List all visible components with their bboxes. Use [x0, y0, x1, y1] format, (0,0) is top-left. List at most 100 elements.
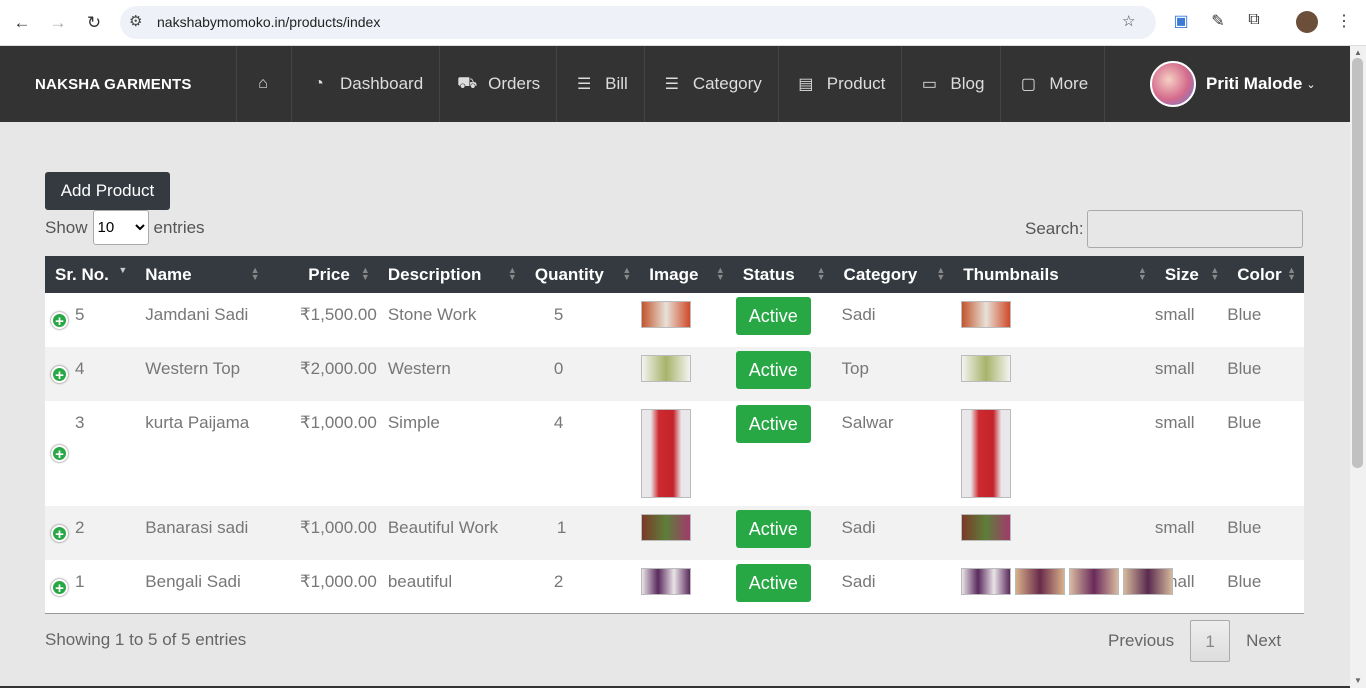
star-icon[interactable]: ☆ — [1122, 12, 1135, 30]
cell-image — [639, 347, 732, 401]
thumbnail-image[interactable] — [961, 514, 1012, 541]
col-size[interactable]: Size ▲ ▼ — [1155, 256, 1227, 293]
table-row: +2 Banarasi sadi ₹1,000.00 Beautiful Wor… — [45, 506, 1304, 560]
product-image[interactable] — [641, 568, 692, 595]
kebab-icon[interactable]: ⋮ — [1333, 11, 1355, 31]
cell-description: beautiful — [387, 572, 453, 591]
menu-label: More — [1049, 74, 1089, 93]
puzzle-icon[interactable]: ⧉ — [1243, 11, 1265, 29]
table-bottom-border — [45, 613, 1304, 614]
previous-button[interactable]: Previous — [1092, 620, 1190, 662]
scrollbar-thumb[interactable] — [1352, 58, 1363, 468]
thumbnail-image[interactable] — [961, 355, 1012, 382]
menu-item-category[interactable]: ☰ Category — [643, 46, 778, 122]
cell-quantity: 2 — [553, 572, 564, 591]
table-row: +5 Jamdani Sadi ₹1,500.00 Stone Work 5 A… — [45, 293, 1304, 347]
product-image[interactable] — [641, 409, 692, 498]
col-thumbnails[interactable]: Thumbnails ▲ ▼ — [953, 256, 1155, 293]
thumbnail-image[interactable] — [961, 409, 1012, 498]
col-label: Sr. No. — [55, 264, 109, 284]
expand-icon[interactable]: + — [51, 366, 68, 384]
menu-item-more[interactable]: ▢ More — [1000, 46, 1106, 122]
address-bar[interactable]: ⚙ nakshabymomoko.in/products/index ☆ — [120, 6, 1156, 39]
product-image[interactable] — [641, 301, 692, 328]
cell-image — [639, 293, 732, 347]
products-table: Sr. No. ▼ Name ▲ ▼ Price ▲ ▼ Description ▲ ▼ Qu… — [45, 256, 1304, 614]
col-description[interactable]: Description ▲ ▼ — [378, 256, 525, 293]
cell-size: small — [1154, 518, 1195, 537]
col-name[interactable]: Name ▲ ▼ — [135, 256, 267, 293]
menu-item-product[interactable]: ▤ Product — [777, 46, 902, 122]
forward-icon[interactable]: → — [47, 12, 69, 34]
sort-icon: ▲ ▼ — [715, 265, 725, 282]
back-icon[interactable]: ← — [11, 12, 33, 34]
expand-icon[interactable]: + — [51, 445, 68, 463]
cell-name: Western Top — [145, 359, 241, 378]
extension-icon[interactable]: ▣ — [1170, 11, 1192, 31]
thumbnail-image[interactable] — [1123, 568, 1174, 595]
status-button[interactable]: Active — [735, 564, 811, 602]
next-button[interactable]: Next — [1230, 620, 1297, 662]
col-price[interactable]: Price ▲ ▼ — [268, 256, 378, 293]
cell-category: Sadi — [841, 305, 876, 324]
scroll-down-icon[interactable]: ▼ — [1354, 676, 1362, 685]
avatar — [1150, 61, 1196, 107]
cell-price: ₹1,000.00 — [299, 413, 377, 432]
add-product-button[interactable]: Add Product — [45, 172, 170, 210]
status-button[interactable]: Active — [735, 510, 811, 548]
status-button[interactable]: Active — [735, 351, 811, 389]
product-image[interactable] — [641, 514, 692, 541]
col-quantity[interactable]: Quantity ▲ ▼ — [525, 256, 639, 293]
sort-desc-icon: ▼ — [118, 265, 128, 275]
cell-status: Active — [733, 347, 834, 401]
expand-icon[interactable]: + — [51, 525, 68, 543]
reload-icon[interactable]: ↻ — [83, 12, 105, 34]
thumbnail-image[interactable] — [961, 568, 1012, 595]
col-sr-no[interactable]: Sr. No. ▼ — [45, 256, 135, 293]
expand-icon[interactable]: + — [51, 312, 68, 330]
eyedropper-icon[interactable]: ✎ — [1207, 11, 1229, 31]
menu-item-bill[interactable]: ☰ Bill — [556, 46, 644, 122]
cell-quantity: 4 — [553, 413, 564, 432]
col-color[interactable]: Color ▲ ▼ — [1227, 256, 1304, 293]
cell-description: Stone Work — [387, 305, 477, 324]
menu-label: Blog — [950, 74, 985, 93]
col-status[interactable]: Status ▲ ▼ — [733, 256, 834, 293]
menu-item-dashboard[interactable]: ◔ Dashboard — [291, 46, 439, 122]
user-menu[interactable]: Priti Malode ⌄ — [1150, 61, 1316, 107]
col-label: Status — [742, 264, 795, 284]
cell-name: Banarasi sadi — [145, 518, 249, 537]
status-button[interactable]: Active — [735, 405, 811, 443]
thumbnail-image[interactable] — [1069, 568, 1120, 595]
menu-item-home[interactable]: ⌂ — [236, 46, 291, 122]
thumbnail-image[interactable] — [961, 301, 1012, 328]
col-label: Thumbnails — [963, 264, 1059, 284]
col-category[interactable]: Category ▲ ▼ — [834, 256, 954, 293]
table-row: +3 kurta Paijama ₹1,000.00 Simple 4 Acti… — [45, 401, 1304, 506]
product-image[interactable] — [641, 355, 692, 382]
expand-icon[interactable]: + — [51, 579, 68, 597]
col-image[interactable]: Image ▲ ▼ — [639, 256, 732, 293]
cell-size: small — [1154, 359, 1195, 378]
sort-icon: ▲ ▼ — [936, 265, 946, 282]
col-label: Color — [1237, 264, 1282, 284]
page-button[interactable]: 1 — [1190, 620, 1231, 662]
cell-thumbnails — [953, 560, 1174, 614]
scrollbar[interactable]: ▲ ▼ — [1350, 46, 1366, 688]
thumbnail-image[interactable] — [1015, 568, 1066, 595]
status-button[interactable]: Active — [735, 297, 811, 335]
search-input[interactable] — [1086, 210, 1303, 248]
menu-item-orders[interactable]: ⛟ Orders — [439, 46, 556, 122]
newspaper-icon: ▭ — [921, 76, 937, 93]
scroll-up-icon[interactable]: ▲ — [1354, 48, 1362, 57]
brand-logo[interactable]: NAKSHA GARMENTS — [35, 76, 192, 93]
menu-item-blog[interactable]: ▭ Blog — [901, 46, 1000, 122]
profile-icon[interactable] — [1296, 11, 1318, 33]
cell-category: Sadi — [841, 518, 876, 537]
cell-sr: +2 — [45, 506, 135, 560]
cell-status: Active — [733, 560, 834, 614]
site-info-icon[interactable]: ⚙ — [129, 12, 142, 30]
sr-no: 5 — [75, 305, 85, 324]
page-size-select[interactable]: 10 — [92, 210, 149, 245]
menu-label: Orders — [488, 74, 541, 93]
